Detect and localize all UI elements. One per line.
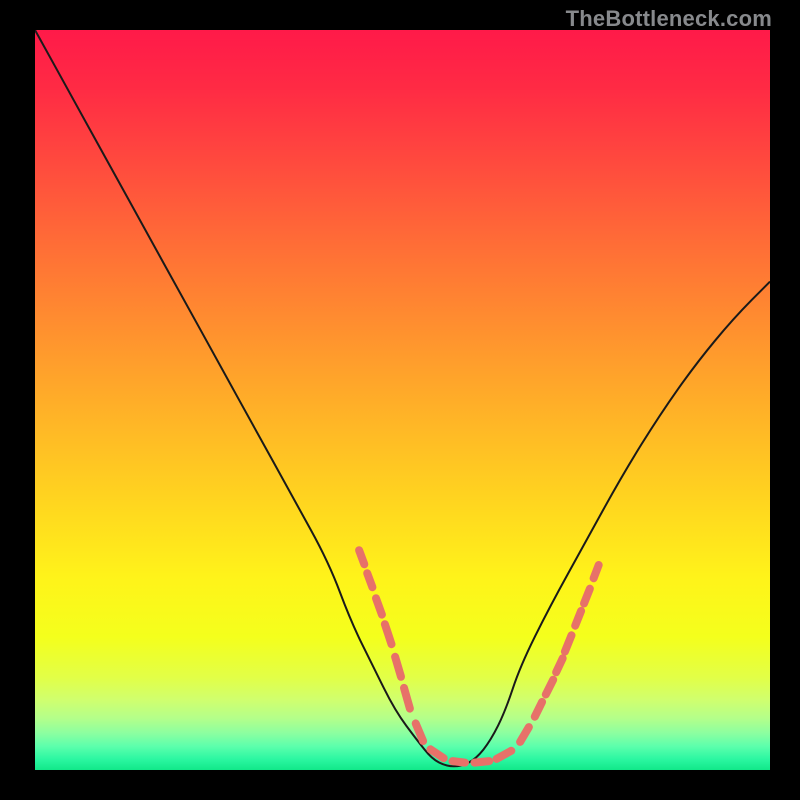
highlight-dash [359, 550, 364, 564]
highlight-dash [594, 565, 599, 578]
highlight-dash [376, 598, 382, 614]
highlight-dash [584, 589, 590, 604]
highlight-dash [575, 611, 581, 626]
highlight-dash [404, 688, 410, 709]
highlight-dash [367, 573, 372, 587]
gradient-background [35, 30, 770, 770]
highlight-dash [395, 657, 401, 677]
bottleneck-chart [35, 30, 770, 770]
watermark-label: TheBottleneck.com [566, 6, 772, 32]
highlight-dash [475, 761, 490, 763]
highlight-dash [453, 761, 466, 763]
chart-frame [35, 30, 770, 770]
